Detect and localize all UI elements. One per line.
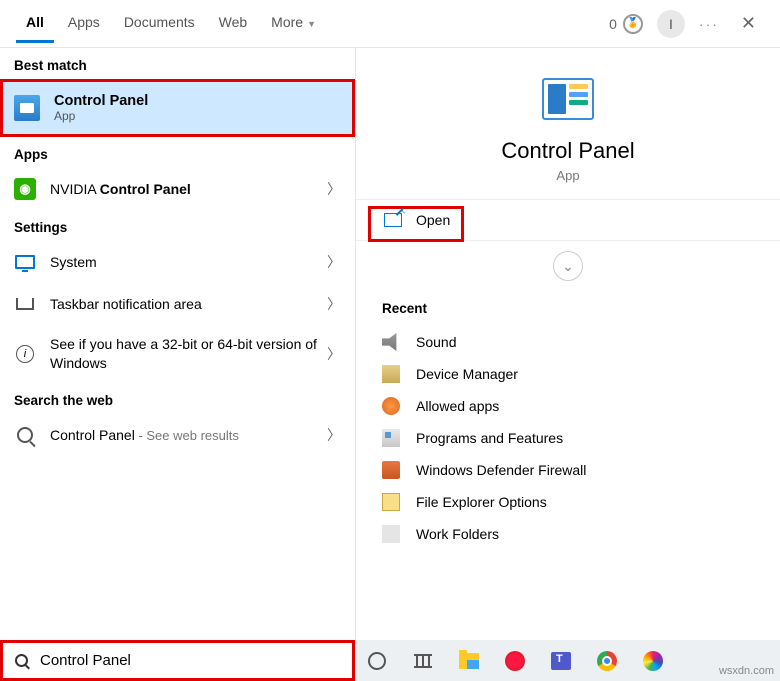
paint-icon <box>643 651 663 671</box>
search-input[interactable] <box>40 652 340 669</box>
file-explorer-icon <box>459 653 479 669</box>
device-manager-icon <box>382 365 400 383</box>
preview-app-icon <box>542 78 594 120</box>
setting-taskbar[interactable]: Taskbar notification area 〉 <box>0 283 355 325</box>
recent-device-manager[interactable]: Device Manager <box>382 358 754 390</box>
recent-file-explorer-options[interactable]: File Explorer Options <box>382 486 754 518</box>
control-panel-icon <box>14 95 40 121</box>
info-icon: i <box>16 345 34 363</box>
defender-icon <box>382 461 400 479</box>
nvidia-icon: ◉ <box>14 178 36 200</box>
chrome-button[interactable] <box>595 649 619 673</box>
best-match-subtitle: App <box>54 109 341 123</box>
teams-icon <box>551 652 571 670</box>
content: Best match Control Panel App Apps ◉ NVID… <box>0 48 780 640</box>
cortana-icon <box>368 652 386 670</box>
app-nvidia-label: NVIDIA Control Panel <box>50 181 327 197</box>
teams-button[interactable] <box>549 649 573 673</box>
setting-system-label: System <box>50 254 327 270</box>
tab-documents[interactable]: Documents <box>114 4 205 43</box>
taskbar <box>355 640 780 681</box>
setting-bits[interactable]: i See if you have a 32-bit or 64-bit ver… <box>0 325 355 383</box>
chevron-right-icon: 〉 <box>327 252 341 272</box>
tab-web[interactable]: Web <box>209 4 258 43</box>
preview-subtitle: App <box>356 168 780 183</box>
watermark: wsxdn.com <box>719 665 774 677</box>
chevron-right-icon: 〉 <box>327 294 341 314</box>
recent-sound[interactable]: Sound <box>382 326 754 358</box>
recent-section: Recent Sound Device Manager Allowed apps… <box>356 291 780 560</box>
chevron-right-icon: 〉 <box>327 344 341 364</box>
recent-header: Recent <box>382 301 754 316</box>
expand-button[interactable]: ⌄ <box>553 251 583 281</box>
more-options[interactable]: ··· <box>699 16 719 32</box>
setting-taskbar-label: Taskbar notification area <box>50 296 327 312</box>
taskbar-icon <box>16 298 34 310</box>
search-bar[interactable] <box>0 640 355 681</box>
preview-panel: Control Panel App Open ⌄ Recent Sound De… <box>355 48 780 640</box>
search-web-header: Search the web <box>0 383 355 414</box>
speaker-icon <box>382 333 400 351</box>
chevron-right-icon: 〉 <box>327 179 341 199</box>
work-folders-icon <box>382 525 400 543</box>
open-label: Open <box>416 212 450 228</box>
open-action[interactable]: Open <box>356 199 780 241</box>
tab-apps[interactable]: Apps <box>58 4 110 43</box>
web-result[interactable]: Control Panel - See web results 〉 <box>0 414 355 456</box>
task-view-button[interactable] <box>411 649 435 673</box>
start-menu-search: All Apps Documents Web More▼ 0🏅 I ··· ✕ … <box>0 0 780 681</box>
setting-bits-label: See if you have a 32-bit or 64-bit versi… <box>50 335 327 373</box>
cortana-button[interactable] <box>365 649 389 673</box>
results-panel: Best match Control Panel App Apps ◉ NVID… <box>0 48 355 640</box>
app-nvidia[interactable]: ◉ NVIDIA Control Panel 〉 <box>0 168 355 210</box>
file-explorer-button[interactable] <box>457 649 481 673</box>
best-match-title: Control Panel <box>54 93 341 109</box>
close-button[interactable]: ✕ <box>733 9 764 38</box>
opera-icon <box>505 651 525 671</box>
programs-icon <box>382 429 400 447</box>
search-icon <box>15 654 28 667</box>
search-icon <box>17 427 33 443</box>
opera-button[interactable] <box>503 649 527 673</box>
setting-system[interactable]: System 〉 <box>0 241 355 283</box>
rewards-points[interactable]: 0🏅 <box>609 14 643 34</box>
recent-work-folders[interactable]: Work Folders <box>382 518 754 550</box>
chevron-down-icon: ⌄ <box>562 258 574 275</box>
firewall-icon <box>382 397 400 415</box>
preview-title: Control Panel <box>356 138 780 164</box>
best-match-item[interactable]: Control Panel App <box>0 79 355 137</box>
best-match-header: Best match <box>0 48 355 79</box>
monitor-icon <box>15 255 35 269</box>
apps-header: Apps <box>0 137 355 168</box>
tab-more[interactable]: More▼ <box>261 4 326 43</box>
tab-all[interactable]: All <box>16 4 54 43</box>
recent-defender[interactable]: Windows Defender Firewall <box>382 454 754 486</box>
paint3d-button[interactable] <box>641 649 665 673</box>
header: All Apps Documents Web More▼ 0🏅 I ··· ✕ <box>0 0 780 48</box>
chevron-right-icon: 〉 <box>327 425 341 445</box>
open-icon <box>384 213 402 227</box>
web-result-label: Control Panel - See web results <box>50 427 327 443</box>
filter-tabs: All Apps Documents Web More▼ <box>16 4 326 43</box>
user-avatar[interactable]: I <box>657 10 685 38</box>
folder-options-icon <box>382 493 400 511</box>
chrome-icon <box>597 651 617 671</box>
settings-header: Settings <box>0 210 355 241</box>
chevron-down-icon: ▼ <box>307 19 316 29</box>
recent-allowed-apps[interactable]: Allowed apps <box>382 390 754 422</box>
task-view-icon <box>414 654 432 668</box>
recent-programs[interactable]: Programs and Features <box>382 422 754 454</box>
medal-icon: 🏅 <box>623 14 643 34</box>
